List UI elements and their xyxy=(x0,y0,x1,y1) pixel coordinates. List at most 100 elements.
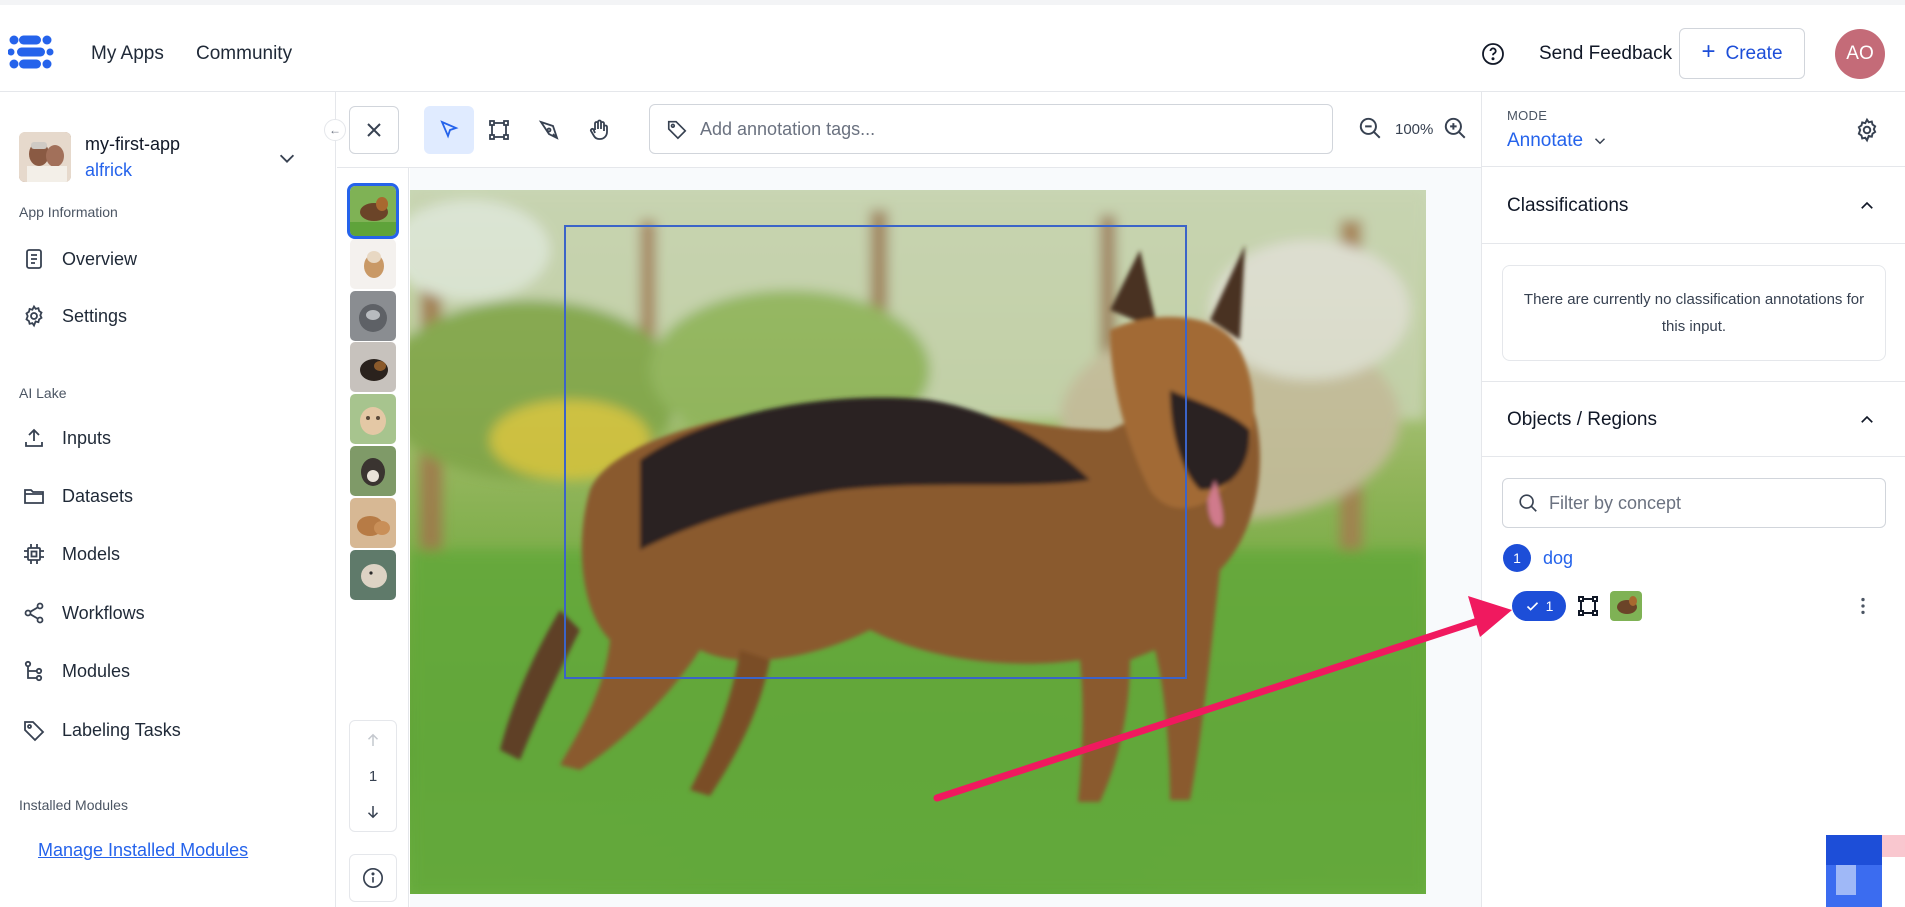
bounding-box-dog[interactable] xyxy=(564,225,1187,679)
cursor-icon xyxy=(440,120,459,139)
thumbnail-3[interactable] xyxy=(350,291,396,341)
classifications-empty-state: There are currently no classification an… xyxy=(1502,265,1886,361)
sidebar-item-datasets[interactable]: Datasets xyxy=(22,480,133,512)
page-number: 1 xyxy=(368,767,378,785)
thumbnail-2[interactable] xyxy=(350,239,396,289)
tree-icon xyxy=(24,660,43,682)
sidebar-item-workflows[interactable]: Workflows xyxy=(22,597,145,629)
sidebar-item-settings[interactable]: Settings xyxy=(22,300,127,332)
sidebar-item-label: Labeling Tasks xyxy=(62,719,181,740)
annotation-canvas[interactable] xyxy=(410,168,1481,907)
divider xyxy=(1482,381,1905,382)
gear-icon[interactable] xyxy=(1854,117,1880,143)
zoom-out-icon[interactable] xyxy=(1357,115,1383,141)
polygon-tool-button[interactable] xyxy=(524,106,574,154)
document-icon xyxy=(26,249,42,269)
concept-group-dog[interactable]: 1 dog xyxy=(1503,544,1573,572)
tag-icon xyxy=(24,721,45,742)
sidebar-item-label: Workflows xyxy=(62,602,145,623)
thumbnail-6[interactable] xyxy=(350,446,396,496)
thumbnail-8[interactable] xyxy=(350,550,396,600)
sidebar-item-label: Inputs xyxy=(62,427,112,448)
sidebar-item-label: Datasets xyxy=(62,485,134,506)
section-installed-modules: Installed Modules xyxy=(19,797,128,813)
manage-installed-modules-link[interactable]: Manage Installed Modules xyxy=(38,840,248,861)
folder-icon xyxy=(24,489,44,504)
sidebar-item-label: Settings xyxy=(62,305,128,326)
sidebar-item-labeling-tasks[interactable]: Labeling Tasks xyxy=(22,714,181,746)
nav-my-apps[interactable]: My Apps xyxy=(91,43,164,65)
annotation-toolbar: Add annotation tags... 100% xyxy=(337,92,1481,168)
region-thumbnail xyxy=(1610,591,1642,621)
region-selected-toggle[interactable]: 1 xyxy=(1512,591,1566,621)
filter-placeholder: Filter by concept xyxy=(1549,492,1682,513)
user-avatar[interactable]: AO xyxy=(1835,29,1885,79)
filter-by-concept-input[interactable]: Filter by concept xyxy=(1502,478,1886,528)
input-thumbnail-strip: 1 xyxy=(337,168,409,907)
zoom-level: 100% xyxy=(1395,121,1434,138)
sidebar-item-label: Modules xyxy=(62,660,131,681)
zoom-in-icon[interactable] xyxy=(1442,115,1468,141)
sidebar-item-label: Overview xyxy=(62,248,138,269)
pen-icon xyxy=(538,120,559,140)
sidebar-item-overview[interactable]: Overview xyxy=(22,243,137,275)
sidebar-item-label: Models xyxy=(62,543,121,564)
arrow-down-icon[interactable] xyxy=(364,803,382,821)
classifications-title: Classifications xyxy=(1507,195,1629,216)
plus-icon: + xyxy=(1701,38,1716,65)
bounding-box-tool-button[interactable] xyxy=(474,106,524,154)
sidebar-item-models[interactable]: Models xyxy=(22,538,120,570)
annotation-tags-input[interactable]: Add annotation tags... xyxy=(649,104,1333,154)
close-icon xyxy=(367,123,381,137)
info-button[interactable] xyxy=(349,854,397,902)
section-app-information: App Information xyxy=(19,204,118,220)
share-nodes-icon xyxy=(24,602,44,624)
arrow-up-icon[interactable] xyxy=(364,731,382,749)
left-sidebar: my-first-app alfrick App Information Ove… xyxy=(0,92,336,907)
sidebar-item-inputs[interactable]: Inputs xyxy=(22,422,111,454)
top-navbar: My Apps Community Send Feedback + Create… xyxy=(0,0,1905,92)
thumbnail-7[interactable] xyxy=(350,498,396,548)
create-label: Create xyxy=(1725,42,1783,64)
select-tool-button[interactable] xyxy=(424,106,474,154)
arrow-left-icon: ← xyxy=(329,123,341,137)
input-image[interactable] xyxy=(410,190,1426,894)
hand-icon xyxy=(589,119,608,140)
more-vertical-icon[interactable] xyxy=(1852,595,1874,617)
objects-regions-title: Objects / Regions xyxy=(1507,409,1657,430)
nav-community[interactable]: Community xyxy=(196,43,292,65)
bounding-box-icon xyxy=(489,120,509,140)
app-logo[interactable] xyxy=(8,32,54,72)
chevron-up-icon[interactable] xyxy=(1858,197,1876,215)
right-panel: MODE Annotate Classifications There are … xyxy=(1481,92,1905,907)
chevron-down-icon[interactable] xyxy=(276,147,298,169)
divider xyxy=(1482,456,1905,457)
info-icon xyxy=(363,868,383,888)
app-owner[interactable]: alfrick xyxy=(85,160,132,181)
region-item[interactable]: 1 xyxy=(1512,591,1642,621)
tag-icon xyxy=(667,120,687,140)
create-button[interactable]: + Create xyxy=(1679,28,1805,79)
pan-tool-button[interactable] xyxy=(574,106,624,154)
search-icon xyxy=(1519,494,1537,512)
bounding-box-icon xyxy=(1578,596,1598,616)
mode-label: MODE xyxy=(1507,108,1548,123)
thumbnail-4[interactable] xyxy=(350,342,396,392)
thumbnail-5[interactable] xyxy=(350,394,396,444)
sidebar-item-modules[interactable]: Modules xyxy=(22,655,130,687)
section-ai-lake: AI Lake xyxy=(19,385,67,401)
close-button[interactable] xyxy=(349,106,399,154)
send-feedback-link[interactable]: Send Feedback xyxy=(1539,43,1672,65)
upload-icon xyxy=(25,428,43,447)
collapse-sidebar-button[interactable]: ← xyxy=(324,119,346,141)
divider xyxy=(1482,243,1905,244)
app-name: my-first-app xyxy=(85,134,181,154)
mode-value: Annotate xyxy=(1507,130,1584,151)
concept-name: dog xyxy=(1543,547,1574,568)
thumbnail-1[interactable] xyxy=(347,183,399,239)
chip-icon xyxy=(24,544,44,564)
chevron-up-icon[interactable] xyxy=(1858,411,1876,429)
mode-dropdown[interactable]: Annotate xyxy=(1507,130,1609,152)
thumbnail-pager: 1 xyxy=(349,720,397,832)
help-icon[interactable] xyxy=(1481,42,1505,66)
